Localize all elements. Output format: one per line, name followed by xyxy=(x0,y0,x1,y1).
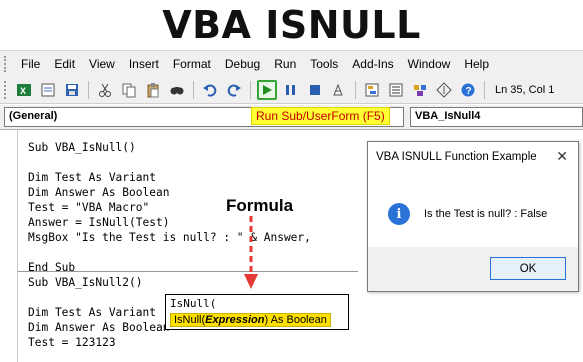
ok-button[interactable]: OK xyxy=(490,257,566,280)
menu-bar: File Edit View Insert Format Debug Run T… xyxy=(0,50,583,76)
cut-icon[interactable] xyxy=(95,80,115,100)
editor-margin xyxy=(4,130,18,362)
svg-text:?: ? xyxy=(466,86,472,97)
code-line[interactable]: Test = 123123 xyxy=(28,335,311,350)
intellisense-tooltip: IsNull( IsNull(Expression) As Boolean xyxy=(165,294,349,330)
standard-toolbar: X ? Ln 35, Col 1 xyxy=(0,76,583,104)
menu-run[interactable]: Run xyxy=(267,57,303,71)
toolbar-separator xyxy=(250,80,251,99)
paste-icon[interactable] xyxy=(143,80,163,100)
run-tooltip: Run Sub/UserForm (F5) xyxy=(251,107,390,125)
code-line[interactable]: End Sub xyxy=(28,260,311,275)
copy-icon[interactable] xyxy=(119,80,139,100)
menu-file[interactable]: File xyxy=(14,57,47,71)
intellisense-signature: IsNull(Expression) As Boolean xyxy=(170,313,331,327)
dialog-footer: OK xyxy=(368,247,578,291)
code-line[interactable] xyxy=(28,245,311,260)
code-line[interactable]: MsgBox "Is the Test is null? : " & Answe… xyxy=(28,230,311,245)
help-icon[interactable]: ? xyxy=(458,80,478,100)
toolbar-separator xyxy=(355,80,356,99)
close-icon[interactable]: ✕ xyxy=(556,148,568,165)
signature-return: ) As Boolean xyxy=(264,314,327,326)
menu-edit[interactable]: Edit xyxy=(47,57,82,71)
toolbar-grip xyxy=(4,80,8,99)
annotation-arrow-icon xyxy=(244,216,258,289)
menu-debug[interactable]: Debug xyxy=(218,57,267,71)
menu-view[interactable]: View xyxy=(82,57,122,71)
intellisense-typed: IsNull( xyxy=(170,297,217,310)
toolbar-separator xyxy=(193,80,194,99)
undo-icon[interactable] xyxy=(200,80,220,100)
excel-icon[interactable]: X xyxy=(14,80,34,100)
procedure-separator xyxy=(18,271,358,272)
dialog-title: VBA ISNULL Function Example xyxy=(376,151,537,163)
object-browser-icon[interactable] xyxy=(410,80,430,100)
info-icon: i xyxy=(388,203,410,225)
code-line[interactable]: Dim Test As Variant xyxy=(28,170,311,185)
cursor-position: Ln 35, Col 1 xyxy=(495,83,555,96)
procedure-dropdown[interactable]: VBA_IsNull4 xyxy=(410,107,583,127)
break-icon[interactable] xyxy=(281,80,301,100)
find-icon[interactable] xyxy=(167,80,187,100)
menu-tools[interactable]: Tools xyxy=(303,57,345,71)
save-icon[interactable] xyxy=(62,80,82,100)
dialog-body: i Is the Test is null? : False xyxy=(368,172,578,247)
menu-window[interactable]: Window xyxy=(401,57,458,71)
formula-annotation: Formula xyxy=(226,196,294,215)
reset-icon[interactable] xyxy=(305,80,325,100)
properties-icon[interactable] xyxy=(386,80,406,100)
menu-addins[interactable]: Add-Ins xyxy=(345,57,400,71)
signature-param: Expression xyxy=(205,314,265,326)
page-banner: VBA ISNULL xyxy=(0,0,583,50)
toolbar-separator xyxy=(484,80,485,99)
redo-icon[interactable] xyxy=(224,80,244,100)
menu-format[interactable]: Format xyxy=(166,57,218,71)
project-explorer-icon[interactable] xyxy=(362,80,382,100)
toolbar-separator xyxy=(88,80,89,99)
code-line[interactable]: Answer = IsNull(Test) xyxy=(28,215,311,230)
msgbox-dialog: VBA ISNULL Function Example ✕ i Is the T… xyxy=(367,141,579,292)
code-line[interactable] xyxy=(28,155,311,170)
code-line[interactable]: Sub VBA_IsNull() xyxy=(28,140,311,155)
insert-module-icon[interactable] xyxy=(38,80,58,100)
banner-title: VBA ISNULL xyxy=(162,3,421,47)
svg-text:X: X xyxy=(20,86,26,96)
signature-fn: IsNull( xyxy=(174,314,206,326)
dialog-message: Is the Test is null? : False xyxy=(424,208,548,220)
menu-help[interactable]: Help xyxy=(457,57,496,71)
menu-grip xyxy=(4,55,8,72)
design-mode-icon[interactable] xyxy=(329,80,349,100)
toolbox-icon[interactable] xyxy=(434,80,454,100)
run-sub-button[interactable] xyxy=(257,79,277,100)
code-line[interactable]: Sub VBA_IsNull2() xyxy=(28,275,311,290)
menu-insert[interactable]: Insert xyxy=(122,57,166,71)
